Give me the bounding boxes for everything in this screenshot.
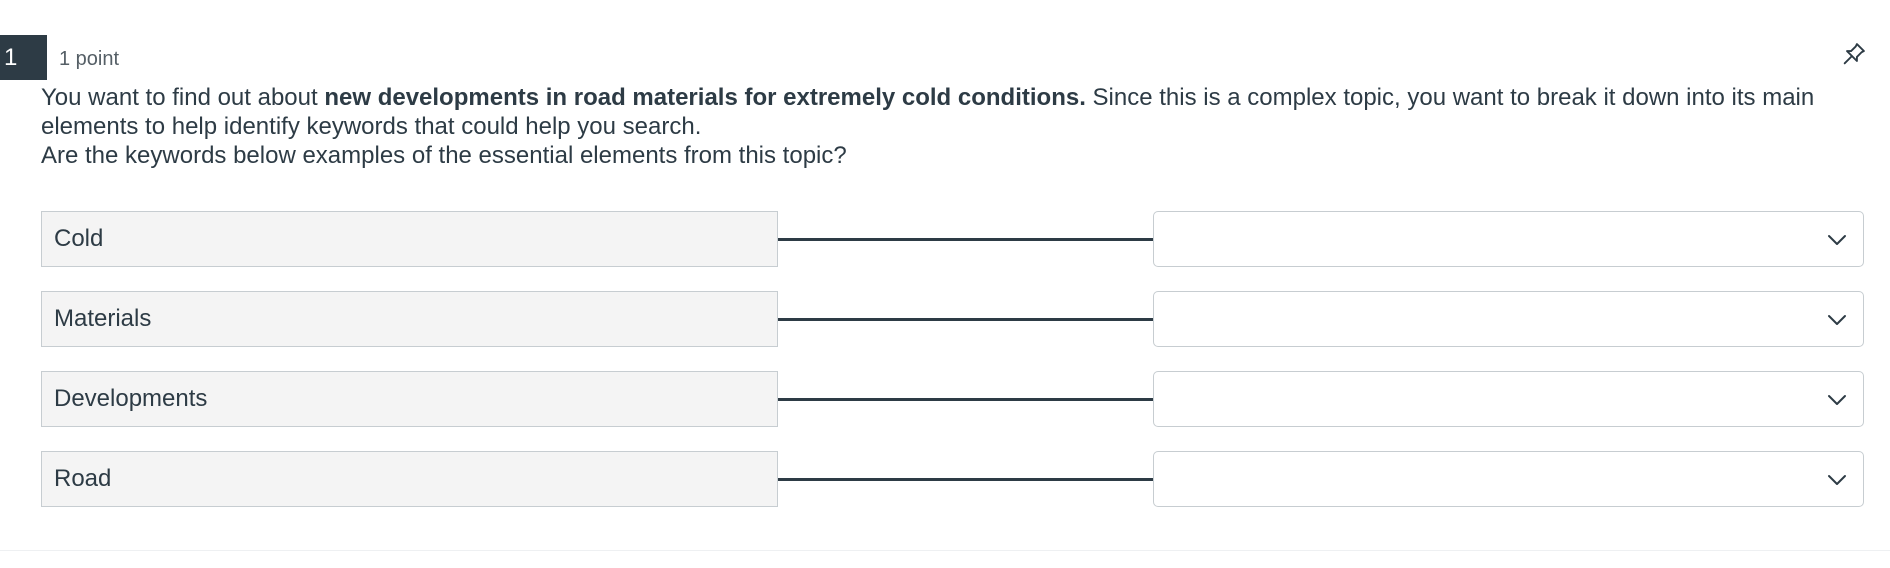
match-connector-line xyxy=(778,398,1153,401)
match-term: Developments xyxy=(41,371,778,427)
match-term: Cold xyxy=(41,211,778,267)
match-row: Materials xyxy=(41,291,1864,347)
question-number: 1 xyxy=(0,35,47,80)
question-description: You want to find out about new developme… xyxy=(41,83,1871,141)
pin-icon[interactable] xyxy=(1840,40,1868,68)
match-row: Cold xyxy=(41,211,1864,267)
divider xyxy=(0,550,1890,551)
match-connector-line xyxy=(778,238,1153,241)
question-points: 1 point xyxy=(59,48,120,70)
match-row: Developments xyxy=(41,371,1864,427)
question-text-emphasis: new developments in road materials for e… xyxy=(324,84,1086,111)
match-answer-select[interactable] xyxy=(1153,371,1864,427)
chevron-down-icon xyxy=(1828,475,1846,485)
match-answer-select[interactable] xyxy=(1153,451,1864,507)
quiz-question: 1 1 point You want to find out about new… xyxy=(0,0,1890,568)
match-connector-line xyxy=(778,318,1153,321)
match-answer-select[interactable] xyxy=(1153,211,1864,267)
match-connector-line xyxy=(778,478,1153,481)
chevron-down-icon xyxy=(1828,395,1846,405)
chevron-down-icon xyxy=(1828,235,1846,245)
match-term: Road xyxy=(41,451,778,507)
match-row: Road xyxy=(41,451,1864,507)
match-term: Materials xyxy=(41,291,778,347)
question-text-intro: You want to find out about xyxy=(41,84,325,111)
match-answer-select[interactable] xyxy=(1153,291,1864,347)
question-prompt: Are the keywords below examples of the e… xyxy=(41,142,847,169)
question-text: You want to find out about new developme… xyxy=(41,83,1871,170)
chevron-down-icon xyxy=(1828,315,1846,325)
